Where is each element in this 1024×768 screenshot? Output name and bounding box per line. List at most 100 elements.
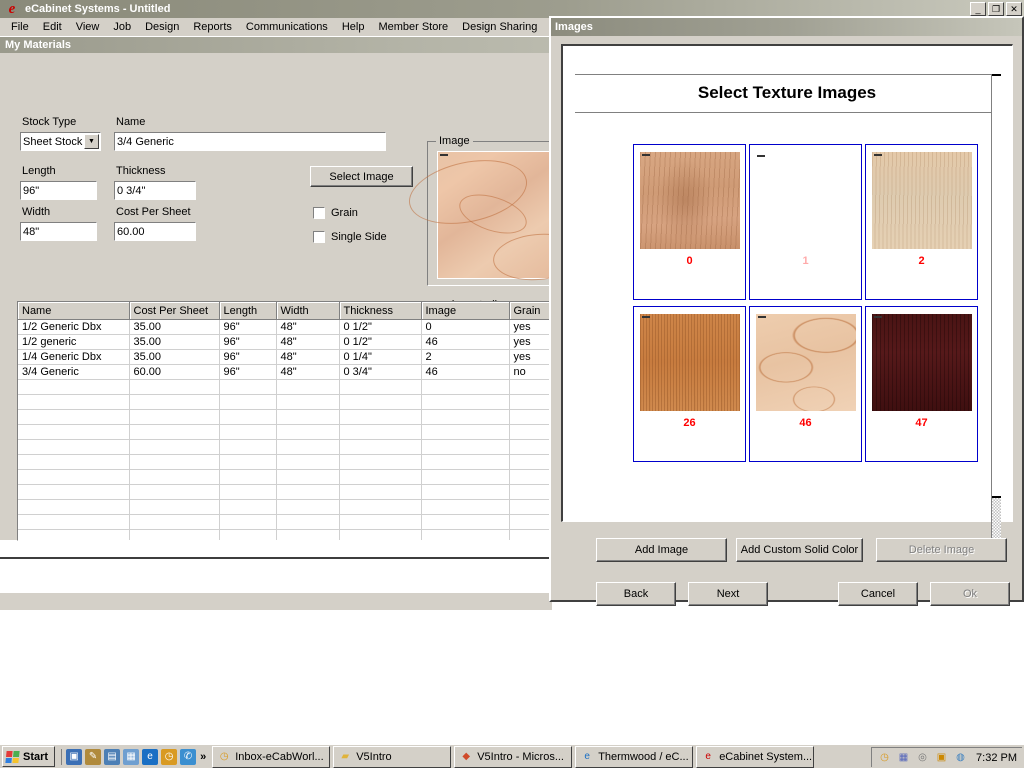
- table-cell-empty: [18, 529, 130, 540]
- add-image-button[interactable]: Add Image: [596, 538, 727, 562]
- column-header-image[interactable]: Image: [421, 302, 510, 320]
- taskbar-button[interactable]: ◷ Inbox-eCabWorl...: [212, 745, 331, 768]
- column-header-name[interactable]: Name: [18, 302, 130, 320]
- outlook-express-icon[interactable]: ✆: [180, 748, 197, 765]
- column-header-cost-per-sheet[interactable]: Cost Per Sheet: [129, 302, 220, 320]
- menu-item-design[interactable]: Design: [138, 20, 186, 34]
- table-row-empty[interactable]: [18, 484, 554, 500]
- thickness-input[interactable]: 0 3/4": [113, 180, 197, 201]
- table-row-empty[interactable]: [18, 499, 554, 515]
- texture-thumbnail-2[interactable]: 2: [865, 144, 978, 300]
- column-header-grain[interactable]: Grain: [509, 302, 554, 320]
- table-row-empty[interactable]: [18, 439, 554, 455]
- start-button[interactable]: Start: [2, 746, 56, 767]
- table-cell-length: 96": [219, 364, 277, 380]
- menu-item-design-sharing[interactable]: Design Sharing: [455, 20, 544, 34]
- table-row-empty[interactable]: [18, 514, 554, 530]
- table-row[interactable]: 1/2 generic 35.00 96" 48" 0 1/2" 46 yes: [18, 334, 554, 350]
- menu-item-view[interactable]: View: [69, 20, 107, 34]
- network-tray-icon[interactable]: ▦: [896, 750, 911, 765]
- table-row-empty[interactable]: [18, 394, 554, 410]
- texture-thumbnail-label: 46: [799, 417, 812, 429]
- internet-explorer-icon[interactable]: e: [142, 748, 159, 765]
- name-input[interactable]: 3/4 Generic: [113, 131, 387, 152]
- media-icon[interactable]: ✎: [85, 748, 102, 765]
- tray-clock[interactable]: 7:32 PM: [976, 752, 1017, 764]
- single-side-checkbox-row[interactable]: Single Side: [313, 231, 387, 243]
- table-row[interactable]: 1/4 Generic Dbx 35.00 96" 48" 0 1/4" 2 yes: [18, 349, 554, 365]
- table-row[interactable]: 1/2 Generic Dbx 35.00 96" 48" 0 1/2" 0 yes: [18, 319, 554, 335]
- texture-swatch-blank[interactable]: [755, 152, 856, 249]
- cancel-button[interactable]: Cancel: [838, 582, 918, 606]
- table-cell-empty: [339, 379, 422, 395]
- texture-thumbnail-0[interactable]: 0: [633, 144, 746, 300]
- texture-thumbnail-46[interactable]: 46: [749, 306, 862, 462]
- add-custom-solid-color-button[interactable]: Add Custom Solid Color: [736, 538, 863, 562]
- chevron-down-icon[interactable]: ▼: [84, 134, 99, 149]
- select-image-button[interactable]: Select Image: [310, 166, 413, 187]
- length-input[interactable]: 96": [19, 180, 98, 201]
- menu-item-file[interactable]: File: [4, 20, 36, 34]
- clock-icon[interactable]: ◷: [161, 748, 178, 765]
- table-row-empty[interactable]: [18, 379, 554, 395]
- quick-launch-overflow-icon[interactable]: »: [200, 751, 206, 763]
- table-row-empty[interactable]: [18, 469, 554, 485]
- table-cell-empty: [276, 499, 340, 515]
- table-cell-empty: [18, 454, 130, 470]
- next-button[interactable]: Next: [688, 582, 768, 606]
- menu-item-member-store[interactable]: Member Store: [371, 20, 455, 34]
- menu-item-job[interactable]: Job: [106, 20, 138, 34]
- table-cell-empty: [339, 424, 422, 440]
- scrollbar-thumb-bottom[interactable]: [992, 496, 1001, 498]
- table-cell-image: 2: [421, 349, 510, 365]
- texture-swatch-wood-pale-straight[interactable]: [871, 152, 972, 249]
- back-button[interactable]: Back: [596, 582, 676, 606]
- column-header-thickness[interactable]: Thickness: [339, 302, 422, 320]
- colors-tray-icon[interactable]: ▣: [934, 750, 949, 765]
- cost-per-sheet-input[interactable]: 60.00: [113, 221, 197, 242]
- menu-item-reports[interactable]: Reports: [186, 20, 239, 34]
- grain-checkbox-row[interactable]: Grain: [313, 207, 358, 219]
- texture-preview-image[interactable]: [403, 150, 585, 284]
- clock-tray-icon[interactable]: ◷: [877, 750, 892, 765]
- table-row-empty[interactable]: [18, 454, 554, 470]
- table-row[interactable]: 3/4 Generic 60.00 96" 48" 0 3/4" 46 no: [18, 364, 554, 380]
- restore-button[interactable]: ❐: [988, 2, 1004, 16]
- texture-swatch-wood-figured-light[interactable]: [639, 152, 740, 249]
- texture-swatch-wood-oak-orange[interactable]: [639, 314, 740, 411]
- texture-swatch-wood-dark-mahogany[interactable]: [871, 314, 972, 411]
- taskbar-button[interactable]: e Thermwood / eC...: [575, 745, 694, 768]
- grain-checkbox[interactable]: [313, 207, 325, 219]
- texture-swatch-wood-maple-swirl[interactable]: [755, 314, 856, 411]
- table-row-empty[interactable]: [18, 529, 554, 540]
- taskbar-button[interactable]: e eCabinet System...: [696, 745, 815, 768]
- close-button[interactable]: ✕: [1006, 2, 1022, 16]
- width-input[interactable]: 48": [19, 221, 98, 242]
- column-header-length[interactable]: Length: [219, 302, 277, 320]
- materials-table[interactable]: Name Cost Per Sheet Length Width Thickne…: [17, 301, 555, 541]
- menu-item-edit[interactable]: Edit: [36, 20, 69, 34]
- texture-thumbnail-1[interactable]: 1: [749, 144, 862, 300]
- taskbar-button[interactable]: ◆ V5Intro - Micros...: [454, 745, 573, 768]
- table-row-empty[interactable]: [18, 409, 554, 425]
- menu-item-help[interactable]: Help: [335, 20, 372, 34]
- column-header-width[interactable]: Width: [276, 302, 340, 320]
- table-cell-empty: [509, 424, 554, 440]
- table-row-empty[interactable]: [18, 424, 554, 440]
- search-tray-icon[interactable]: ◍: [953, 750, 968, 765]
- calculator-icon[interactable]: ▦: [123, 748, 140, 765]
- table-cell-length: 96": [219, 334, 277, 350]
- stock-type-select[interactable]: Sheet Stock ▼: [20, 132, 101, 151]
- texture-thumbnail-26[interactable]: 26: [633, 306, 746, 462]
- network-icon[interactable]: ▤: [104, 748, 121, 765]
- minimize-button[interactable]: _: [970, 2, 986, 16]
- show-desktop-icon[interactable]: ▣: [66, 748, 83, 765]
- vertical-scrollbar[interactable]: [991, 74, 1001, 548]
- menu-item-communications[interactable]: Communications: [239, 20, 335, 34]
- volume-tray-icon[interactable]: ◎: [915, 750, 930, 765]
- scrollbar-thumb-top[interactable]: [992, 74, 1001, 76]
- taskbar-button[interactable]: ▰ V5Intro: [333, 745, 452, 768]
- single-side-checkbox[interactable]: [313, 231, 325, 243]
- swatch-corner-marker-icon: [756, 155, 765, 157]
- texture-thumbnail-47[interactable]: 47: [865, 306, 978, 462]
